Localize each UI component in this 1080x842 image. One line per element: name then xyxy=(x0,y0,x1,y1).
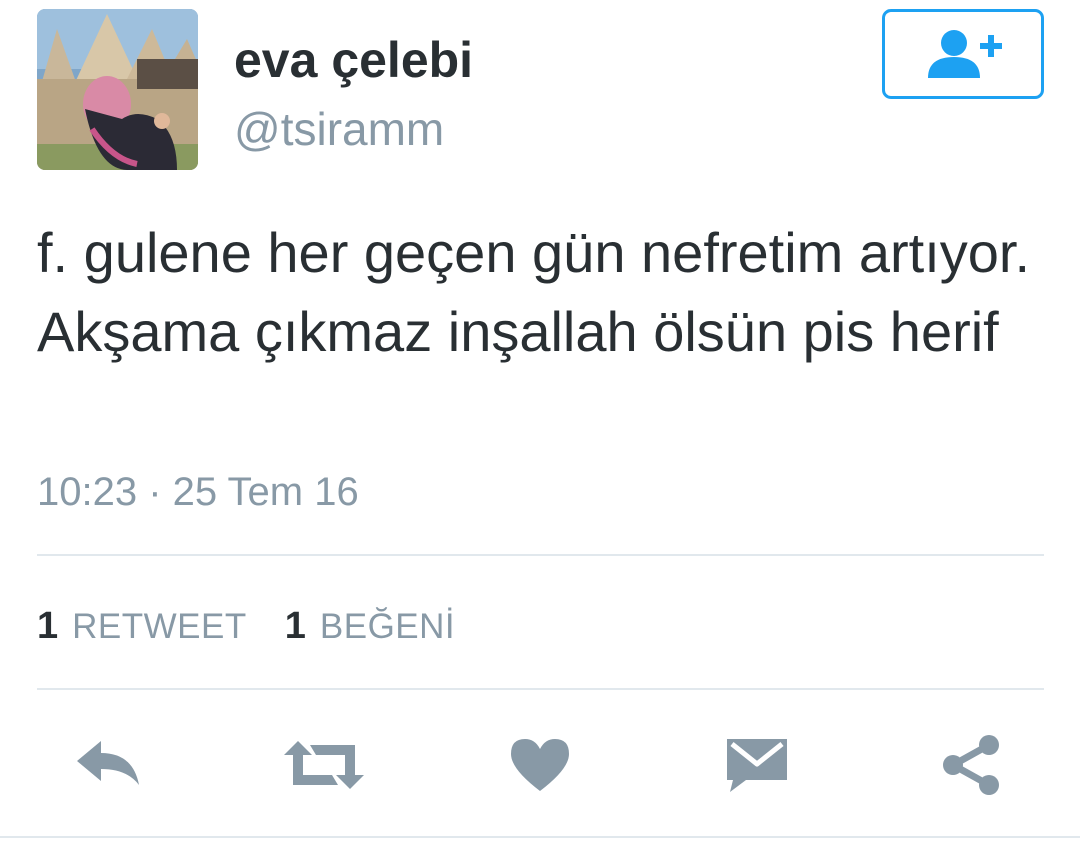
retweet-count: 1 xyxy=(37,605,59,647)
message-icon xyxy=(727,739,787,792)
retweet-label: RETWEET xyxy=(72,607,247,646)
tweet-timestamp: 10:23 · 25 Tem 16 xyxy=(37,470,359,514)
share-button[interactable] xyxy=(940,730,1004,800)
user-handle[interactable]: @tsiramm xyxy=(234,101,444,157)
tweet-stats: 1 RETWEET 1 BEĞENİ xyxy=(37,600,493,653)
share-icon xyxy=(943,735,999,795)
add-user-icon xyxy=(928,30,1002,78)
retweet-button[interactable] xyxy=(282,730,366,800)
retweet-icon xyxy=(284,741,364,789)
like-button[interactable] xyxy=(508,730,572,800)
display-name[interactable]: eva çelebi xyxy=(234,30,473,90)
reply-icon xyxy=(77,741,139,785)
heart-icon xyxy=(511,739,569,791)
divider xyxy=(37,688,1044,690)
direct-message-button[interactable] xyxy=(724,730,790,800)
retweet-stat[interactable]: 1 RETWEET xyxy=(37,600,247,653)
reply-button[interactable] xyxy=(72,730,144,800)
divider xyxy=(37,554,1044,556)
tweet-text: f. gulene her geçen gün nefretim artıyor… xyxy=(37,221,1031,363)
follow-button[interactable] xyxy=(882,9,1044,99)
avatar[interactable] xyxy=(37,9,198,170)
divider xyxy=(0,836,1080,838)
like-label: BEĞENİ xyxy=(319,607,456,646)
like-stat[interactable]: 1 BEĞENİ xyxy=(285,600,455,653)
like-count: 1 xyxy=(284,605,306,647)
avatar-image xyxy=(37,9,198,170)
